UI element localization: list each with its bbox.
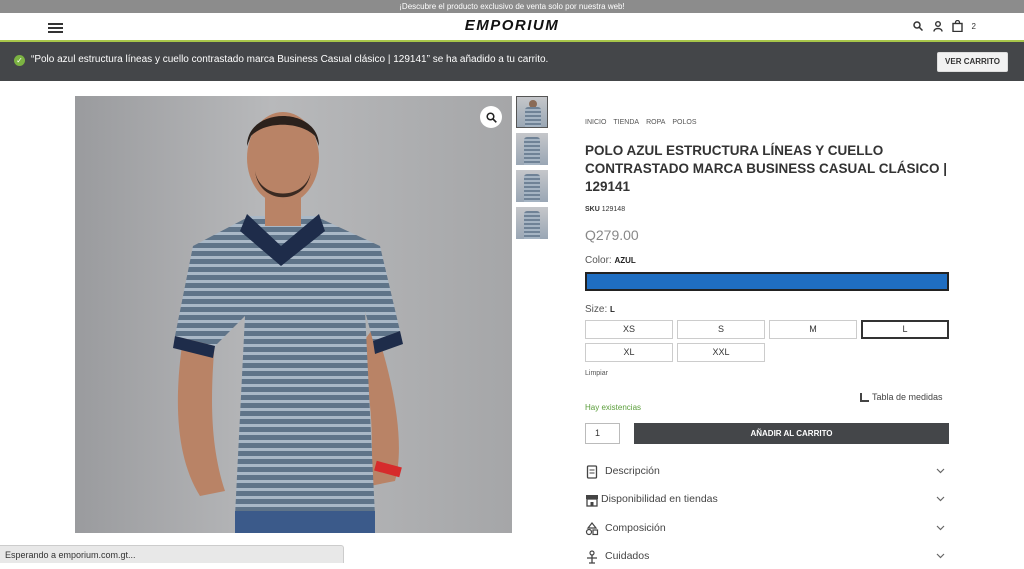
size-chart-label: Tabla de medidas <box>872 392 943 402</box>
accordion-composition[interactable]: Composición <box>585 519 949 541</box>
size-label: Size: L <box>585 304 615 315</box>
size-option-xxl[interactable]: XXL <box>677 343 765 362</box>
ruler-icon <box>860 392 869 402</box>
size-label-text: Size: <box>585 304 608 315</box>
accordion-description[interactable]: Descripción <box>585 462 949 484</box>
color-label-text: Color: <box>585 255 612 266</box>
quantity-input[interactable]: 1 <box>585 423 620 444</box>
notice-message: “Polo azul estructura líneas y cuello co… <box>31 54 549 65</box>
search-icon[interactable] <box>912 20 924 32</box>
accordion-description-label: Descripción <box>605 465 660 477</box>
browser-status-bar: Esperando a emporium.com.gt... <box>0 545 344 563</box>
thumbnail-2[interactable] <box>516 133 548 165</box>
sku-label: SKU <box>585 206 600 213</box>
header-icons: 2 <box>912 20 976 32</box>
thumbnail-3[interactable] <box>516 170 548 202</box>
zoom-icon[interactable] <box>480 106 502 128</box>
chevron-down-icon <box>936 525 945 531</box>
breadcrumb-tienda[interactable]: TIENDA <box>613 119 639 126</box>
document-icon <box>586 465 598 479</box>
accordion-availability[interactable]: Disponibilidad en tiendas <box>585 490 949 512</box>
promo-banner: ¡Descubre el producto exclusivo de venta… <box>0 0 1024 13</box>
product-sku: SKU 129148 <box>585 206 625 213</box>
accordion-availability-label: Disponibilidad en tiendas <box>601 493 718 505</box>
chevron-down-icon <box>936 553 945 559</box>
store-icon <box>586 495 598 507</box>
chevron-down-icon <box>936 468 945 474</box>
care-icon <box>587 550 597 564</box>
add-to-cart-button[interactable]: AÑADIR AL CARRITO <box>634 423 949 444</box>
thumbnail-4[interactable] <box>516 207 548 239</box>
site-header: EMPORIUM 2 <box>0 13 1024 42</box>
site-logo[interactable]: EMPORIUM <box>0 17 1024 34</box>
accordion-care-label: Cuidados <box>605 550 650 562</box>
color-value: AZUL <box>614 256 636 265</box>
check-icon: ✓ <box>14 55 25 66</box>
breadcrumb-inicio[interactable]: INICIO <box>585 119 606 126</box>
thumbnail-1[interactable] <box>516 96 548 128</box>
color-label: Color: AZUL <box>585 255 636 266</box>
stock-status: Hay existencias <box>585 403 642 412</box>
breadcrumb-ropa[interactable]: ROPA <box>646 119 665 126</box>
product-image[interactable] <box>75 96 512 533</box>
accordion-composition-label: Composición <box>605 522 666 534</box>
size-option-l[interactable]: L <box>861 320 949 339</box>
sku-value: 129148 <box>601 206 626 213</box>
size-options: XS S M L XL XXL <box>585 320 953 362</box>
promo-text: ¡Descubre el producto exclusivo de venta… <box>399 2 625 11</box>
product-title: POLO AZUL ESTRUCTURA LÍNEAS Y CUELLO CON… <box>585 143 948 194</box>
product-price: Q279.00 <box>585 227 639 243</box>
cart-icon[interactable] <box>952 20 964 32</box>
view-cart-button[interactable]: VER CARRITO <box>937 52 1008 72</box>
size-option-m[interactable]: M <box>769 320 857 339</box>
size-value: L <box>610 305 615 314</box>
size-option-xl[interactable]: XL <box>585 343 673 362</box>
account-icon[interactable] <box>932 20 944 32</box>
accordion-care[interactable]: Cuidados <box>585 547 949 569</box>
cart-count: 2 <box>971 21 976 31</box>
shapes-icon <box>585 522 599 536</box>
thumbnail-gallery <box>516 96 548 244</box>
color-swatch-azul[interactable] <box>585 272 949 291</box>
menu-icon[interactable] <box>48 23 63 33</box>
size-option-s[interactable]: S <box>677 320 765 339</box>
breadcrumb-polos[interactable]: POLOS <box>672 119 696 126</box>
size-option-xs[interactable]: XS <box>585 320 673 339</box>
size-chart-link[interactable]: Tabla de medidas <box>860 392 943 402</box>
clear-selection-link[interactable]: Limpiar <box>585 370 608 377</box>
cart-notice: ✓ “Polo azul estructura líneas y cuello … <box>0 42 1024 81</box>
chevron-down-icon <box>936 496 945 502</box>
breadcrumb: INICIO TIENDA ROPA POLOS <box>585 119 697 126</box>
